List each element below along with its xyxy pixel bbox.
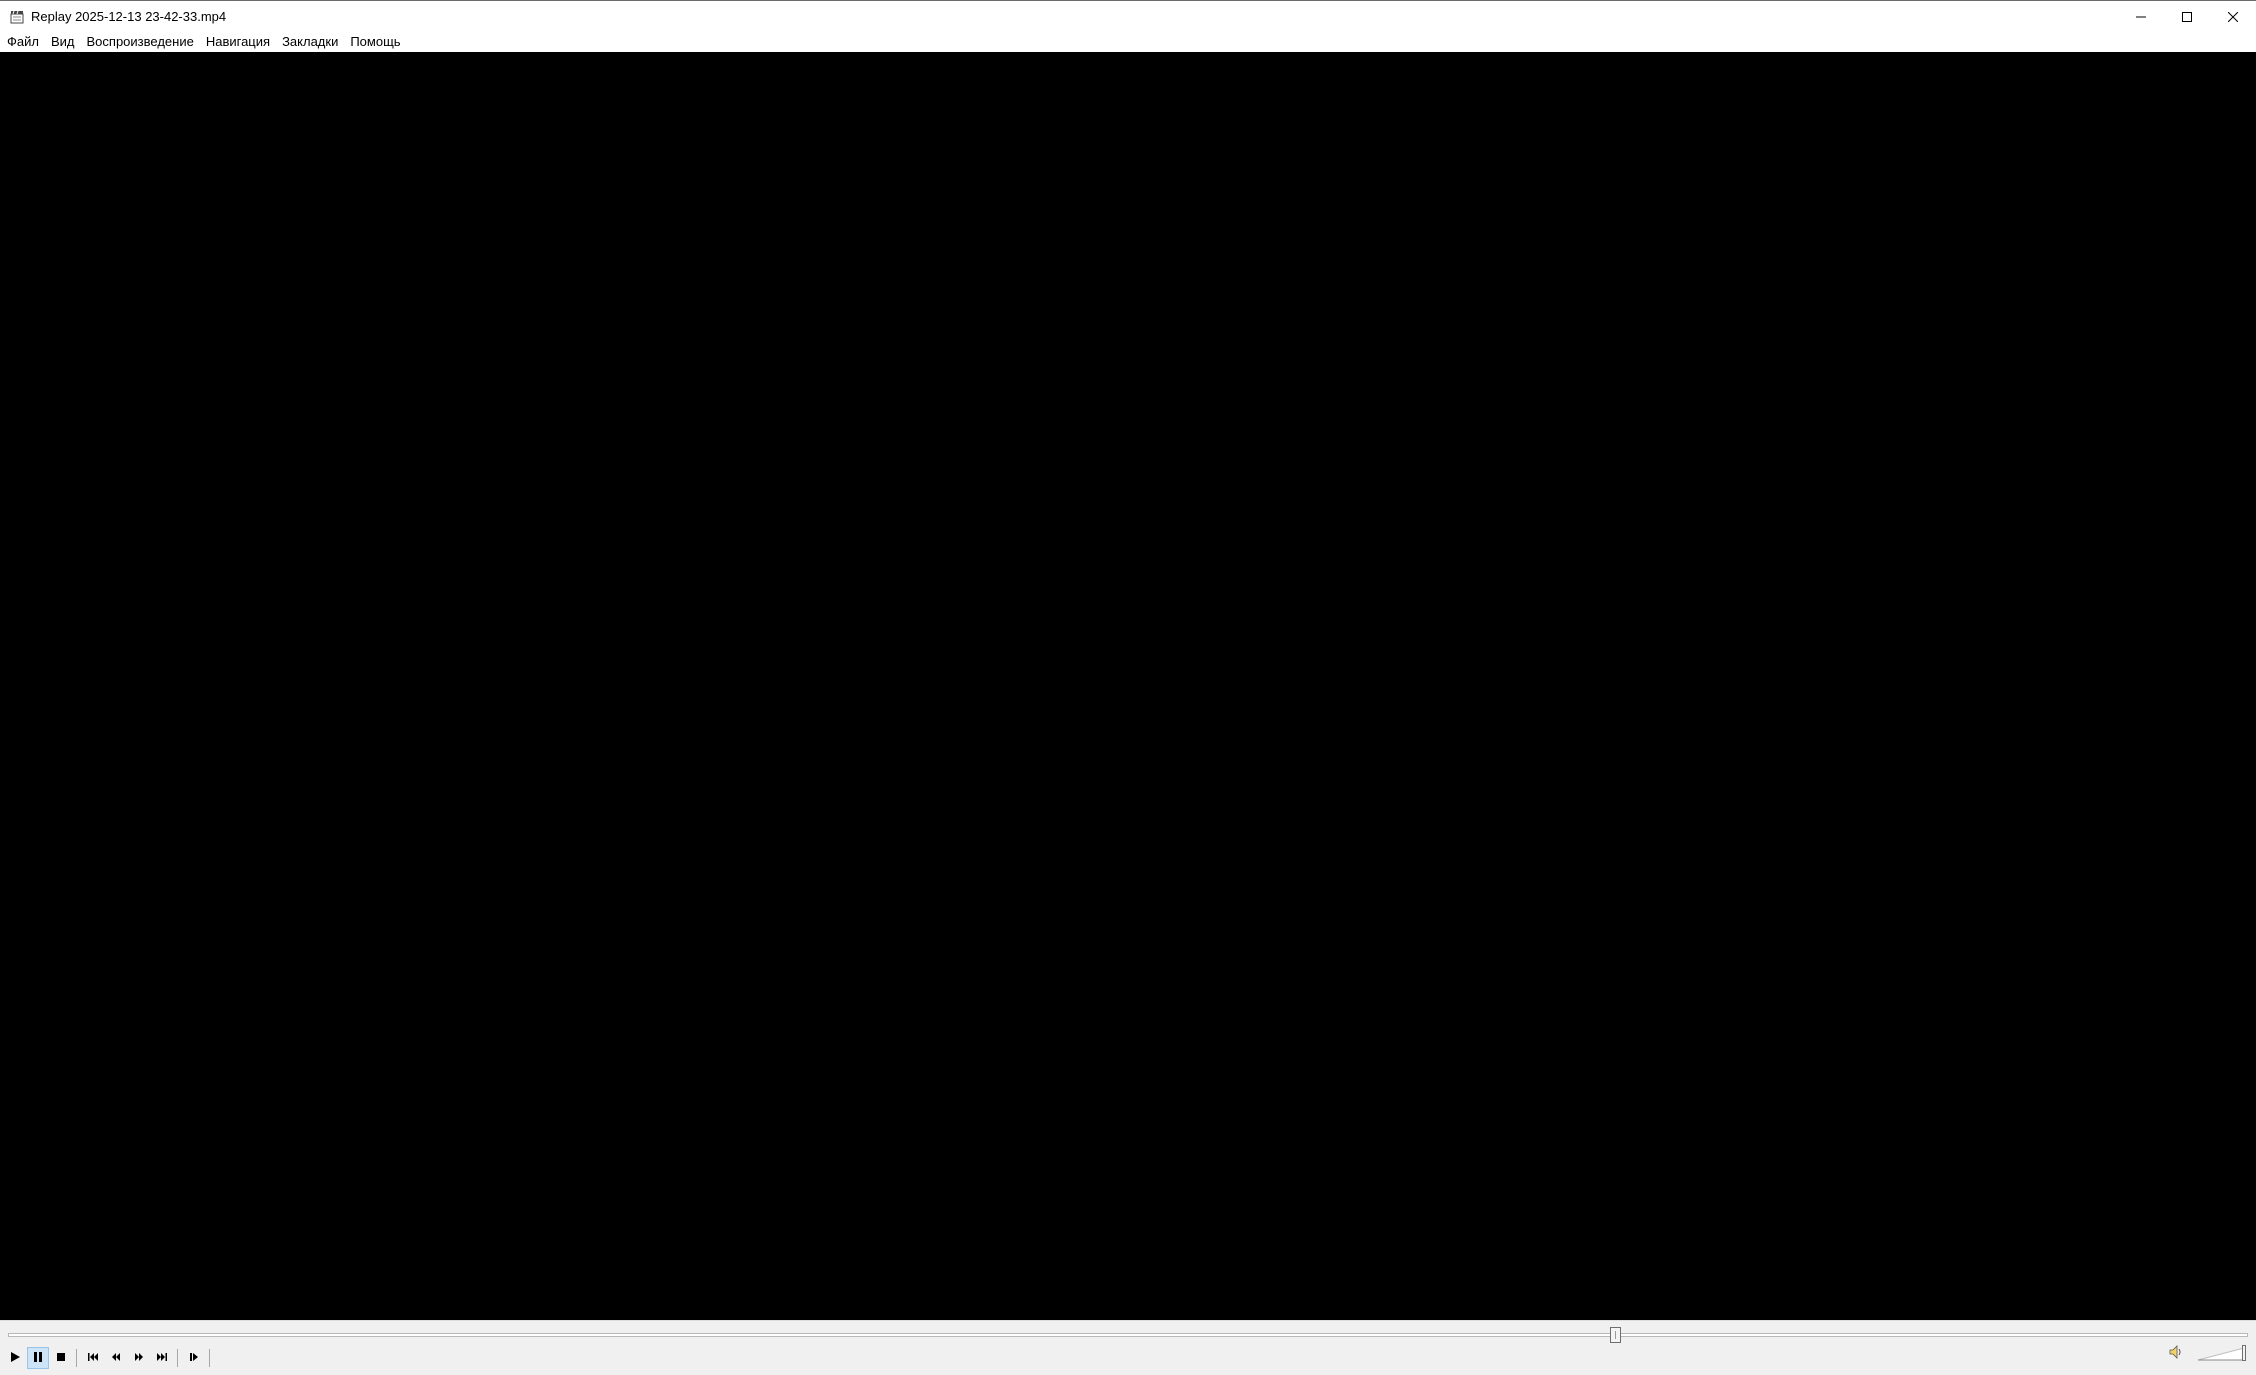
speaker-icon[interactable] [2166, 1342, 2186, 1362]
rewind-button[interactable] [105, 1347, 127, 1369]
window-title: Replay 2025-12-13 23-42-33.mp4 [31, 9, 227, 24]
seek-thumb[interactable] [1609, 1327, 1621, 1343]
close-icon [2227, 10, 2239, 25]
caption-buttons [2118, 1, 2256, 33]
menu-help[interactable]: Помощь [344, 32, 406, 52]
fast-forward-button[interactable] [128, 1347, 150, 1369]
close-button[interactable] [2210, 1, 2256, 33]
next-button[interactable] [151, 1347, 173, 1369]
fast-forward-icon [133, 1351, 145, 1366]
control-panel [0, 1320, 2256, 1375]
minimize-icon [2136, 10, 2146, 25]
toolbar-separator [177, 1349, 178, 1367]
maximize-icon [2182, 10, 2192, 25]
menu-bar: Файл Вид Воспроизведение Навигация Закла… [0, 32, 2256, 52]
stop-button[interactable] [50, 1347, 72, 1369]
volume-area [2166, 1342, 2248, 1362]
pause-button[interactable] [27, 1347, 49, 1369]
menu-play[interactable]: Воспроизведение [81, 32, 200, 52]
pause-icon [32, 1351, 44, 1366]
toolbar-separator [76, 1349, 77, 1367]
media-player-window: Replay 2025-12-13 23-42-33.mp4 Файл Вид … [0, 0, 2256, 1375]
previous-button[interactable] [82, 1347, 104, 1369]
play-button[interactable] [4, 1347, 26, 1369]
frame-step-button[interactable] [183, 1347, 205, 1369]
menu-favorites[interactable]: Закладки [276, 32, 344, 52]
stop-icon [55, 1351, 67, 1366]
maximize-button[interactable] [2164, 1, 2210, 33]
volume-slider[interactable] [2197, 1343, 2248, 1361]
film-clapper-icon [9, 9, 25, 25]
video-display[interactable] [0, 52, 2256, 1320]
seek-bar[interactable] [8, 1327, 2248, 1343]
menu-navigate[interactable]: Навигация [200, 32, 276, 52]
previous-icon [87, 1351, 99, 1366]
frame-step-icon [188, 1351, 200, 1366]
playback-toolbar [0, 1345, 214, 1371]
minimize-button[interactable] [2118, 1, 2164, 33]
volume-thumb[interactable] [2242, 1345, 2246, 1361]
next-icon [156, 1351, 168, 1366]
toolbar-separator [209, 1349, 210, 1367]
menu-file[interactable]: Файл [1, 32, 45, 52]
title-bar[interactable]: Replay 2025-12-13 23-42-33.mp4 [0, 0, 2256, 32]
play-icon [9, 1351, 21, 1366]
menu-view[interactable]: Вид [45, 32, 81, 52]
rewind-icon [110, 1351, 122, 1366]
